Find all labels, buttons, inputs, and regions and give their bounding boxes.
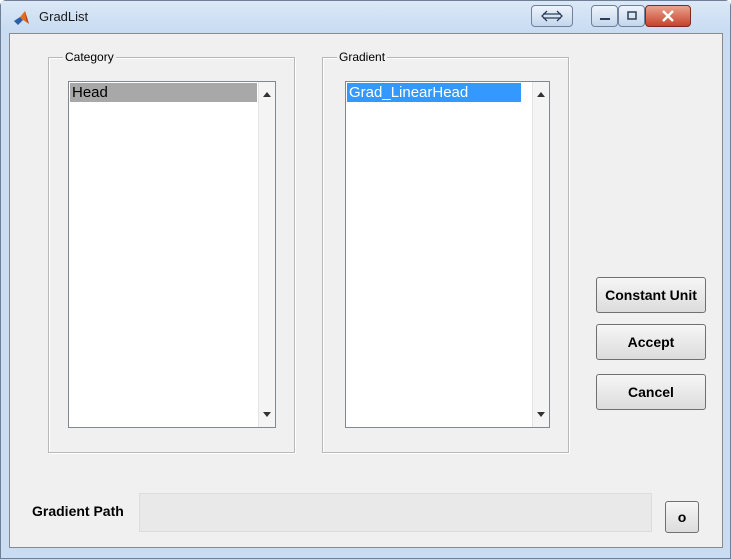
scroll-up-arrow-icon[interactable] [259, 86, 275, 103]
category-panel: Category Head [48, 50, 295, 453]
title-bar[interactable]: GradList [1, 1, 730, 33]
constant-unit-button[interactable]: Constant Unit [596, 277, 706, 313]
browse-button[interactable]: o [665, 501, 699, 533]
matlab-logo-icon [14, 11, 29, 25]
resize-horizontal-icon [541, 10, 563, 22]
gradient-path-label: Gradient Path [32, 503, 124, 519]
category-panel-label: Category [63, 50, 116, 64]
close-button[interactable] [645, 5, 691, 27]
window-title: GradList [39, 9, 89, 24]
gradient-path-input[interactable] [139, 493, 652, 532]
gradient-listbox[interactable]: Grad_LinearHead [345, 81, 550, 428]
app-window: GradList Category Head Gradient Grad_Lin… [0, 0, 731, 559]
gradient-list-item[interactable]: Grad_LinearHead [347, 83, 521, 102]
minimize-icon [599, 18, 610, 20]
gradient-scrollbar[interactable] [532, 82, 549, 427]
gradient-panel-label: Gradient [337, 50, 388, 64]
window-client-area: Category Head Gradient Grad_LinearHead C… [9, 33, 723, 548]
category-listbox[interactable]: Head [68, 81, 276, 428]
maximize-button[interactable] [618, 5, 645, 27]
scroll-down-arrow-icon[interactable] [259, 406, 275, 423]
minimize-button[interactable] [591, 5, 618, 27]
cancel-button[interactable]: Cancel [596, 374, 706, 410]
resize-button[interactable] [531, 5, 573, 27]
scroll-up-arrow-icon[interactable] [533, 86, 549, 103]
category-list-item[interactable]: Head [70, 83, 257, 102]
gradient-panel: Gradient Grad_LinearHead [322, 50, 569, 453]
scroll-down-arrow-icon[interactable] [533, 406, 549, 423]
close-icon [662, 10, 674, 22]
accept-button[interactable]: Accept [596, 324, 706, 360]
category-scrollbar[interactable] [258, 82, 275, 427]
maximize-icon [626, 11, 637, 20]
